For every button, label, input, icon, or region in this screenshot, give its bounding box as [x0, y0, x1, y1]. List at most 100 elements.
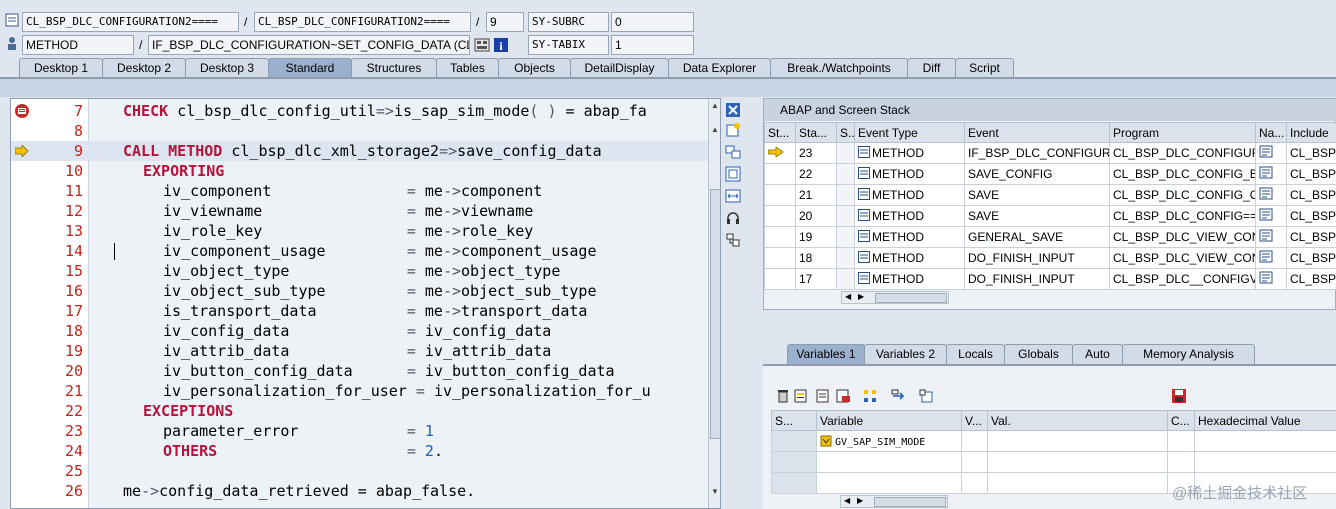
current-indicator-cell[interactable] — [764, 247, 796, 269]
column-header[interactable]: Val. — [987, 410, 1168, 431]
column-header[interactable]: Sta... — [795, 122, 837, 143]
stack-level-cell[interactable]: 19 — [795, 226, 837, 248]
tab-desktop-1[interactable]: Desktop 1 — [19, 58, 103, 78]
code-line[interactable]: 14 iv_component_usage = me->component_usa… — [11, 241, 709, 261]
stack-level-cell[interactable]: 23 — [795, 142, 837, 164]
column-header[interactable]: Na... — [1255, 122, 1287, 143]
code-line[interactable]: 25 — [11, 461, 709, 481]
stack-row[interactable]: 22 METHOD SAVE_CONFIG CL_BSP_DLC_CONFIG_B CL… — [764, 163, 1336, 185]
code-line[interactable]: 16 iv_object_sub_type = me->object_sub_ty… — [11, 281, 709, 301]
tab-desktop-2[interactable]: Desktop 2 — [102, 58, 186, 78]
event-type-cell[interactable]: METHOD — [854, 184, 965, 206]
include-cell[interactable]: CL_BSP_ — [1286, 226, 1336, 248]
code-line[interactable]: 10 EXPORTING — [11, 161, 709, 181]
navigate-icon[interactable] — [1259, 271, 1273, 284]
navigate-icon[interactable] — [1259, 145, 1273, 158]
event-type-cell[interactable]: METHOD — [854, 142, 965, 164]
editor-scroll-thumb[interactable] — [710, 189, 720, 439]
structure-icon[interactable] — [863, 388, 879, 404]
stack-status-cell[interactable] — [836, 142, 855, 164]
tab-memory-analysis[interactable]: Memory Analysis — [1122, 344, 1255, 364]
swap-tool-icon[interactable] — [725, 144, 741, 160]
include-cell[interactable]: CL_BSP_ — [1286, 205, 1336, 227]
navigate-cell[interactable] — [1255, 268, 1287, 290]
code-line[interactable]: 19 iv_attrib_data = iv_attrib_data — [11, 341, 709, 361]
variable-detail-icon[interactable] — [793, 388, 809, 404]
navigate-icon[interactable] — [891, 388, 907, 404]
code-line[interactable]: 13 iv_role_key = me->role_key — [11, 221, 709, 241]
include-cell[interactable]: CL_BSP_ — [1286, 268, 1336, 290]
stack-level-cell[interactable]: 18 — [795, 247, 837, 269]
navigate-icon[interactable] — [1259, 229, 1273, 242]
column-header[interactable]: Hexadecimal Value — [1194, 410, 1336, 431]
stack-status-cell[interactable] — [836, 226, 855, 248]
event-cell[interactable]: SAVE_CONFIG — [964, 163, 1110, 185]
column-header[interactable]: S... — [771, 410, 817, 431]
stack-level-cell[interactable]: 17 — [795, 268, 837, 290]
hex-value-cell[interactable] — [1194, 430, 1336, 452]
column-header[interactable]: S... — [836, 122, 855, 143]
tab-breakpoints[interactable]: Break./Watchpoints — [770, 58, 908, 78]
navigate-cell[interactable] — [1255, 184, 1287, 206]
sysvar2-value-field[interactable]: 1 — [611, 35, 694, 55]
current-indicator-cell[interactable] — [764, 268, 796, 290]
code-line[interactable]: 12 iv_viewname = me->viewname — [11, 201, 709, 221]
include-field[interactable]: CL_BSP_DLC_CONFIGURATION2==== — [254, 12, 471, 32]
column-header[interactable]: V... — [961, 410, 988, 431]
tab-diff[interactable]: Diff — [907, 58, 956, 78]
code-line[interactable]: 26 me->config_data_retrieved = abap_false… — [11, 481, 709, 501]
stack-status-cell[interactable] — [836, 247, 855, 269]
scroll-right-icon[interactable]: ▶ — [857, 496, 863, 505]
tab-variables-1[interactable]: Variables 1 — [787, 344, 865, 364]
tab-variables-2[interactable]: Variables 2 — [864, 344, 947, 364]
stack-level-cell[interactable]: 21 — [795, 184, 837, 206]
change-cell[interactable] — [1167, 451, 1195, 473]
close-icon[interactable] — [725, 102, 741, 118]
program-cell[interactable]: CL_BSP_DLC_CONFIGUR — [1109, 142, 1256, 164]
variable-name-cell[interactable]: GV_SAP_SIM_MODE — [816, 430, 962, 452]
code-line[interactable]: 15 iv_object_type = me->object_type — [11, 261, 709, 281]
tab-globals[interactable]: Globals — [1004, 344, 1073, 364]
stack-row[interactable]: 20 METHOD SAVECL_BSP_DLC_CONFIG== CL_BSP_ — [764, 205, 1336, 227]
view-type-cell[interactable] — [961, 451, 988, 473]
event-field[interactable]: IF_BSP_DLC_CONFIGURATION~SET_CONFIG_DATA… — [148, 35, 470, 55]
editor-vertical-scrollbar[interactable]: ▲ ▲ ▼ — [708, 99, 720, 508]
event-cell[interactable]: DO_FINISH_INPUT — [964, 247, 1110, 269]
resize-horizontal-icon[interactable] — [725, 188, 741, 204]
scroll-right-icon[interactable]: ▶ — [858, 292, 864, 301]
row-selector-cell[interactable] — [771, 451, 817, 473]
program-cell[interactable]: CL_BSP_DLC_CONFIG_B — [1109, 163, 1256, 185]
view-type-cell[interactable] — [961, 430, 988, 452]
tab-objects[interactable]: Objects — [498, 58, 571, 78]
tab-standard[interactable]: Standard — [268, 58, 352, 78]
variable-row[interactable] — [771, 451, 1336, 473]
hex-value-cell[interactable] — [1194, 451, 1336, 473]
event-cell[interactable]: DO_FINISH_INPUT — [964, 268, 1110, 290]
display-object-icon[interactable] — [474, 37, 490, 53]
scroll-left-icon[interactable]: ◀ — [844, 496, 850, 505]
code-line[interactable]: 20 iv_button_config_data = iv_button_conf… — [11, 361, 709, 381]
navigate-cell[interactable] — [1255, 226, 1287, 248]
navigate-icon[interactable] — [1259, 166, 1273, 179]
tab-desktop-3[interactable]: Desktop 3 — [185, 58, 269, 78]
variable-row[interactable]: GV_SAP_SIM_MODE — [771, 430, 1336, 452]
navigate-cell[interactable] — [1255, 247, 1287, 269]
current-indicator-cell[interactable] — [764, 184, 796, 206]
scroll-left-icon[interactable]: ◀ — [845, 292, 851, 301]
sysvar-value-field[interactable]: 0 — [611, 12, 694, 32]
stack-status-cell[interactable] — [836, 163, 855, 185]
row-selector-cell[interactable] — [771, 430, 817, 452]
code-line[interactable]: 7 CHECK cl_bsp_dlc_config_util=>is_sap_si… — [11, 101, 709, 121]
save-icon[interactable] — [1171, 388, 1187, 404]
stack-status-cell[interactable] — [836, 184, 855, 206]
code-line[interactable]: 23 parameter_error = 1 — [11, 421, 709, 441]
new-tool-icon[interactable] — [725, 122, 741, 138]
include-cell[interactable]: CL_BSP_ — [1286, 184, 1336, 206]
scroll-up-icon[interactable]: ▲ — [711, 125, 719, 134]
event-type-cell[interactable]: METHOD — [854, 226, 965, 248]
code-line[interactable]: 21 iv_personalization_for_user = iv_perso… — [11, 381, 709, 401]
event-cell[interactable]: GENERAL_SAVE — [964, 226, 1110, 248]
variable-name-cell[interactable] — [816, 451, 962, 473]
program-cell[interactable]: CL_BSP_DLC__CONFIGV — [1109, 268, 1256, 290]
current-indicator-cell[interactable] — [764, 205, 796, 227]
